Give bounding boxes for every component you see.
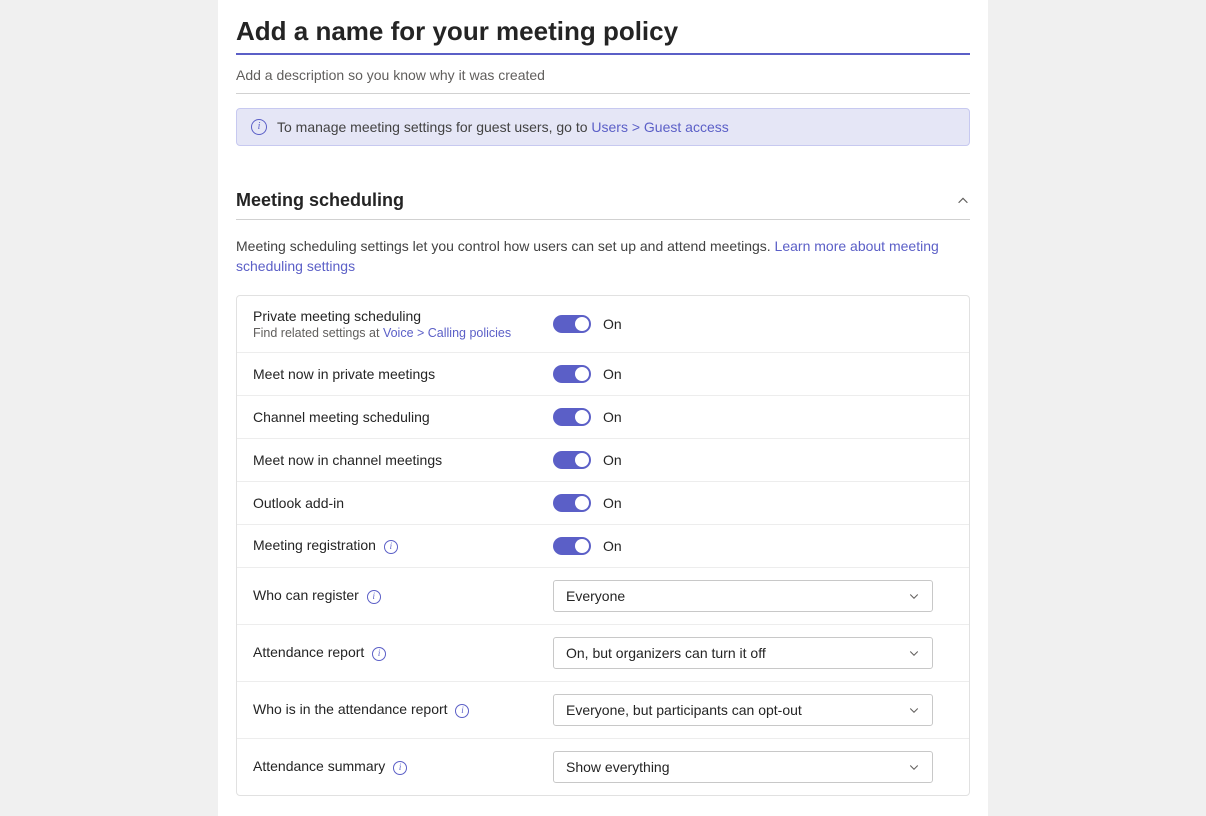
setting-sublabel: Find related settings at Voice > Calling… [253,326,553,340]
toggle-meet-now-channel[interactable] [553,451,591,469]
setting-row-meet-now-channel: Meet now in channel meetings On [237,439,969,482]
dropdown-attendance-report[interactable]: On, but organizers can turn it off [553,637,933,669]
toggle-state: On [603,495,622,511]
toggle-state: On [603,316,622,332]
info-icon[interactable]: i [455,704,469,718]
dropdown-value: Show everything [566,759,670,775]
chevron-up-icon [956,194,970,208]
setting-label: Channel meeting scheduling [253,409,553,425]
toggle-state: On [603,452,622,468]
setting-row-who-can-register: Who can register i Everyone [237,568,969,625]
setting-label: Outlook add-in [253,495,553,511]
chevron-down-icon [908,590,920,602]
setting-row-outlook-addin: Outlook add-in On [237,482,969,525]
dropdown-value: Everyone, but participants can opt-out [566,702,802,718]
guest-access-info-banner: i To manage meeting settings for guest u… [236,108,970,146]
setting-label: Attendance summary i [253,758,553,774]
setting-label: Meet now in channel meetings [253,452,553,468]
info-icon[interactable]: i [384,540,398,554]
guest-access-link[interactable]: Users > Guest access [591,119,728,135]
policy-name-input[interactable] [236,8,970,55]
toggle-private-scheduling[interactable] [553,315,591,333]
dropdown-who-can-register[interactable]: Everyone [553,580,933,612]
toggle-state: On [603,538,622,554]
label-text: Meeting registration [253,537,376,553]
toggle-channel-scheduling[interactable] [553,408,591,426]
setting-row-attendance-summary: Attendance summary i Show everything [237,739,969,795]
policy-description-input[interactable] [236,55,970,94]
toggle-meet-now-private[interactable] [553,365,591,383]
settings-list: Private meeting scheduling Find related … [236,295,970,796]
setting-label: Attendance report i [253,644,553,660]
setting-row-attendance-report: Attendance report i On, but organizers c… [237,625,969,682]
setting-row-meet-now-private: Meet now in private meetings On [237,353,969,396]
sub-prefix: Find related settings at [253,326,383,340]
dropdown-who-in-report[interactable]: Everyone, but participants can opt-out [553,694,933,726]
banner-text: To manage meeting settings for guest use… [277,119,729,135]
setting-row-who-in-report: Who is in the attendance report i Everyo… [237,682,969,739]
info-icon: i [251,119,267,135]
chevron-down-icon [908,647,920,659]
info-icon[interactable]: i [393,761,407,775]
setting-label: Meeting registration i [253,537,553,553]
banner-prefix: To manage meeting settings for guest use… [277,119,591,135]
setting-row-meeting-registration: Meeting registration i On [237,525,969,568]
toggle-state: On [603,366,622,382]
calling-policies-link[interactable]: Voice > Calling policies [383,326,511,340]
label-text: Who is in the attendance report [253,701,448,717]
meeting-scheduling-section-header[interactable]: Meeting scheduling [236,180,970,220]
section-desc-text: Meeting scheduling settings let you cont… [236,238,775,254]
chevron-down-icon [908,761,920,773]
dropdown-attendance-summary[interactable]: Show everything [553,751,933,783]
setting-label: Private meeting scheduling [253,308,553,324]
label-text: Attendance summary [253,758,385,774]
setting-label: Who is in the attendance report i [253,701,553,717]
section-description: Meeting scheduling settings let you cont… [236,236,970,277]
toggle-outlook-addin[interactable] [553,494,591,512]
setting-label: Meet now in private meetings [253,366,553,382]
dropdown-value: Everyone [566,588,625,604]
label-text: Who can register [253,587,359,603]
toggle-meeting-registration[interactable] [553,537,591,555]
toggle-state: On [603,409,622,425]
dropdown-value: On, but organizers can turn it off [566,645,766,661]
info-icon[interactable]: i [372,647,386,661]
setting-row-channel-scheduling: Channel meeting scheduling On [237,396,969,439]
section-title: Meeting scheduling [236,190,404,211]
info-icon[interactable]: i [367,590,381,604]
chevron-down-icon [908,704,920,716]
policy-form-panel: i To manage meeting settings for guest u… [218,0,988,816]
setting-label: Who can register i [253,587,553,603]
label-text: Attendance report [253,644,364,660]
setting-row-private-scheduling: Private meeting scheduling Find related … [237,296,969,353]
